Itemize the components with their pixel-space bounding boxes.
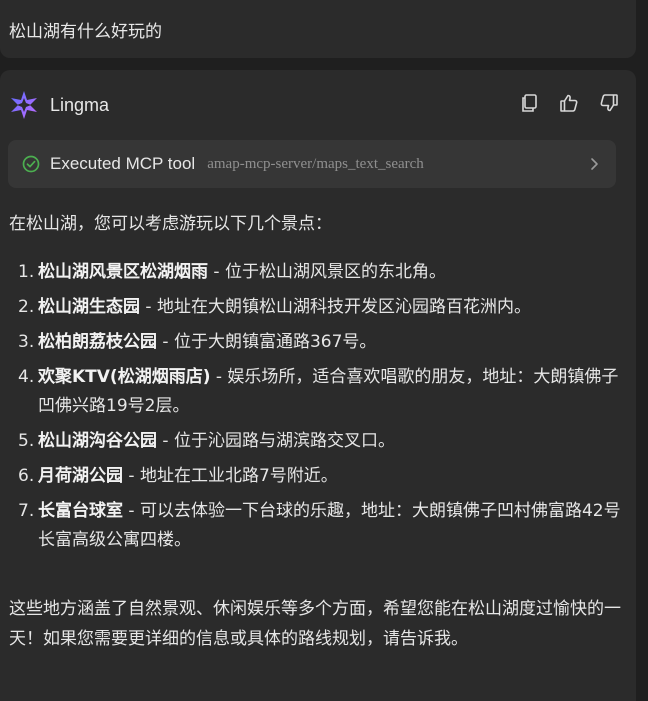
list-item: 4. 欢聚KTV(松湖烟雨店) - 娱乐场所，适合喜欢唱歌的朋友，地址：大朗镇佛子… <box>0 363 636 421</box>
list-item-number: 3. <box>18 332 35 352</box>
list-item-number: 6. <box>18 466 35 486</box>
list-item-number: 5. <box>18 431 35 451</box>
list-item-desc: - 位于大朗镇富通路367号。 <box>157 332 377 352</box>
attractions-list: 1. 松山湖风景区松湖烟雨 - 位于松山湖风景区的东北角。 2. 松山湖生态园 - … <box>0 258 636 561</box>
user-message: 松山湖有什么好玩的 <box>0 0 636 58</box>
thumbs-up-icon[interactable] <box>558 92 580 114</box>
list-item-desc: - 地址在工业北路7号附近。 <box>123 466 338 486</box>
list-item-title: 松山湖风景区松湖烟雨 <box>38 262 208 282</box>
response-intro: 在松山湖，您可以考虑游玩以下几个景点： <box>9 214 332 234</box>
list-item-desc: - 位于沁园路与湖滨路交叉口。 <box>157 431 395 451</box>
list-item-desc: - 位于松山湖风景区的东北角。 <box>208 262 446 282</box>
list-item: 7. 长富台球室 - 可以去体验一下台球的乐趣，地址：大朗镇佛子凹村佛富路42号长… <box>0 497 636 555</box>
list-item-title: 松山湖沟谷公园 <box>38 431 157 451</box>
list-item: 5. 松山湖沟谷公园 - 位于沁园路与湖滨路交叉口。 <box>0 427 636 456</box>
list-item: 6. 月荷湖公园 - 地址在工业北路7号附近。 <box>0 462 636 491</box>
list-item: 3. 松柏朗荔枝公园 - 位于大朗镇富通路367号。 <box>0 328 636 357</box>
user-message-text: 松山湖有什么好玩的 <box>9 22 162 42</box>
lingma-logo-icon <box>8 89 40 121</box>
list-item-desc: - 可以去体验一下台球的乐趣，地址：大朗镇佛子凹村佛富路42号长富高级公寓四楼。 <box>38 501 621 550</box>
tool-name: amap-mcp-server/maps_text_search <box>207 155 424 172</box>
list-item-number: 2. <box>18 297 35 317</box>
list-item-title: 松山湖生态园 <box>38 297 140 317</box>
check-circle-icon <box>22 155 40 173</box>
list-item-title: 松柏朗荔枝公园 <box>38 332 157 352</box>
list-item-title: 长富台球室 <box>38 501 123 521</box>
chevron-right-icon[interactable] <box>586 155 602 173</box>
copy-icon[interactable] <box>518 92 540 114</box>
assistant-header: Lingma <box>8 88 109 122</box>
message-actions <box>518 92 620 114</box>
list-item: 2. 松山湖生态园 - 地址在大朗镇松山湖科技开发区沁园路百花洲内。 <box>0 293 636 322</box>
list-item-desc: - 地址在大朗镇松山湖科技开发区沁园路百花洲内。 <box>140 297 531 317</box>
list-item-title: 欢聚KTV(松湖烟雨店) <box>38 367 211 387</box>
list-item-number: 4. <box>18 367 35 387</box>
thumbs-down-icon[interactable] <box>598 92 620 114</box>
tool-execution-bar[interactable]: Executed MCP tool amap-mcp-server/maps_t… <box>8 140 616 188</box>
list-item-number: 7. <box>18 501 35 521</box>
tool-status: Executed MCP tool <box>50 154 196 173</box>
response-outro: 这些地方涵盖了自然景观、休闲娱乐等多个方面，希望您能在松山湖度过愉快的一天！如果… <box>9 599 621 649</box>
assistant-name: Lingma <box>50 94 110 115</box>
list-item-number: 1. <box>18 262 35 282</box>
list-item-title: 月荷湖公园 <box>38 466 123 486</box>
list-item: 1. 松山湖风景区松湖烟雨 - 位于松山湖风景区的东北角。 <box>0 258 636 287</box>
assistant-message-card: Lingma Executed MCP tool amap-mcp-server… <box>0 70 636 701</box>
